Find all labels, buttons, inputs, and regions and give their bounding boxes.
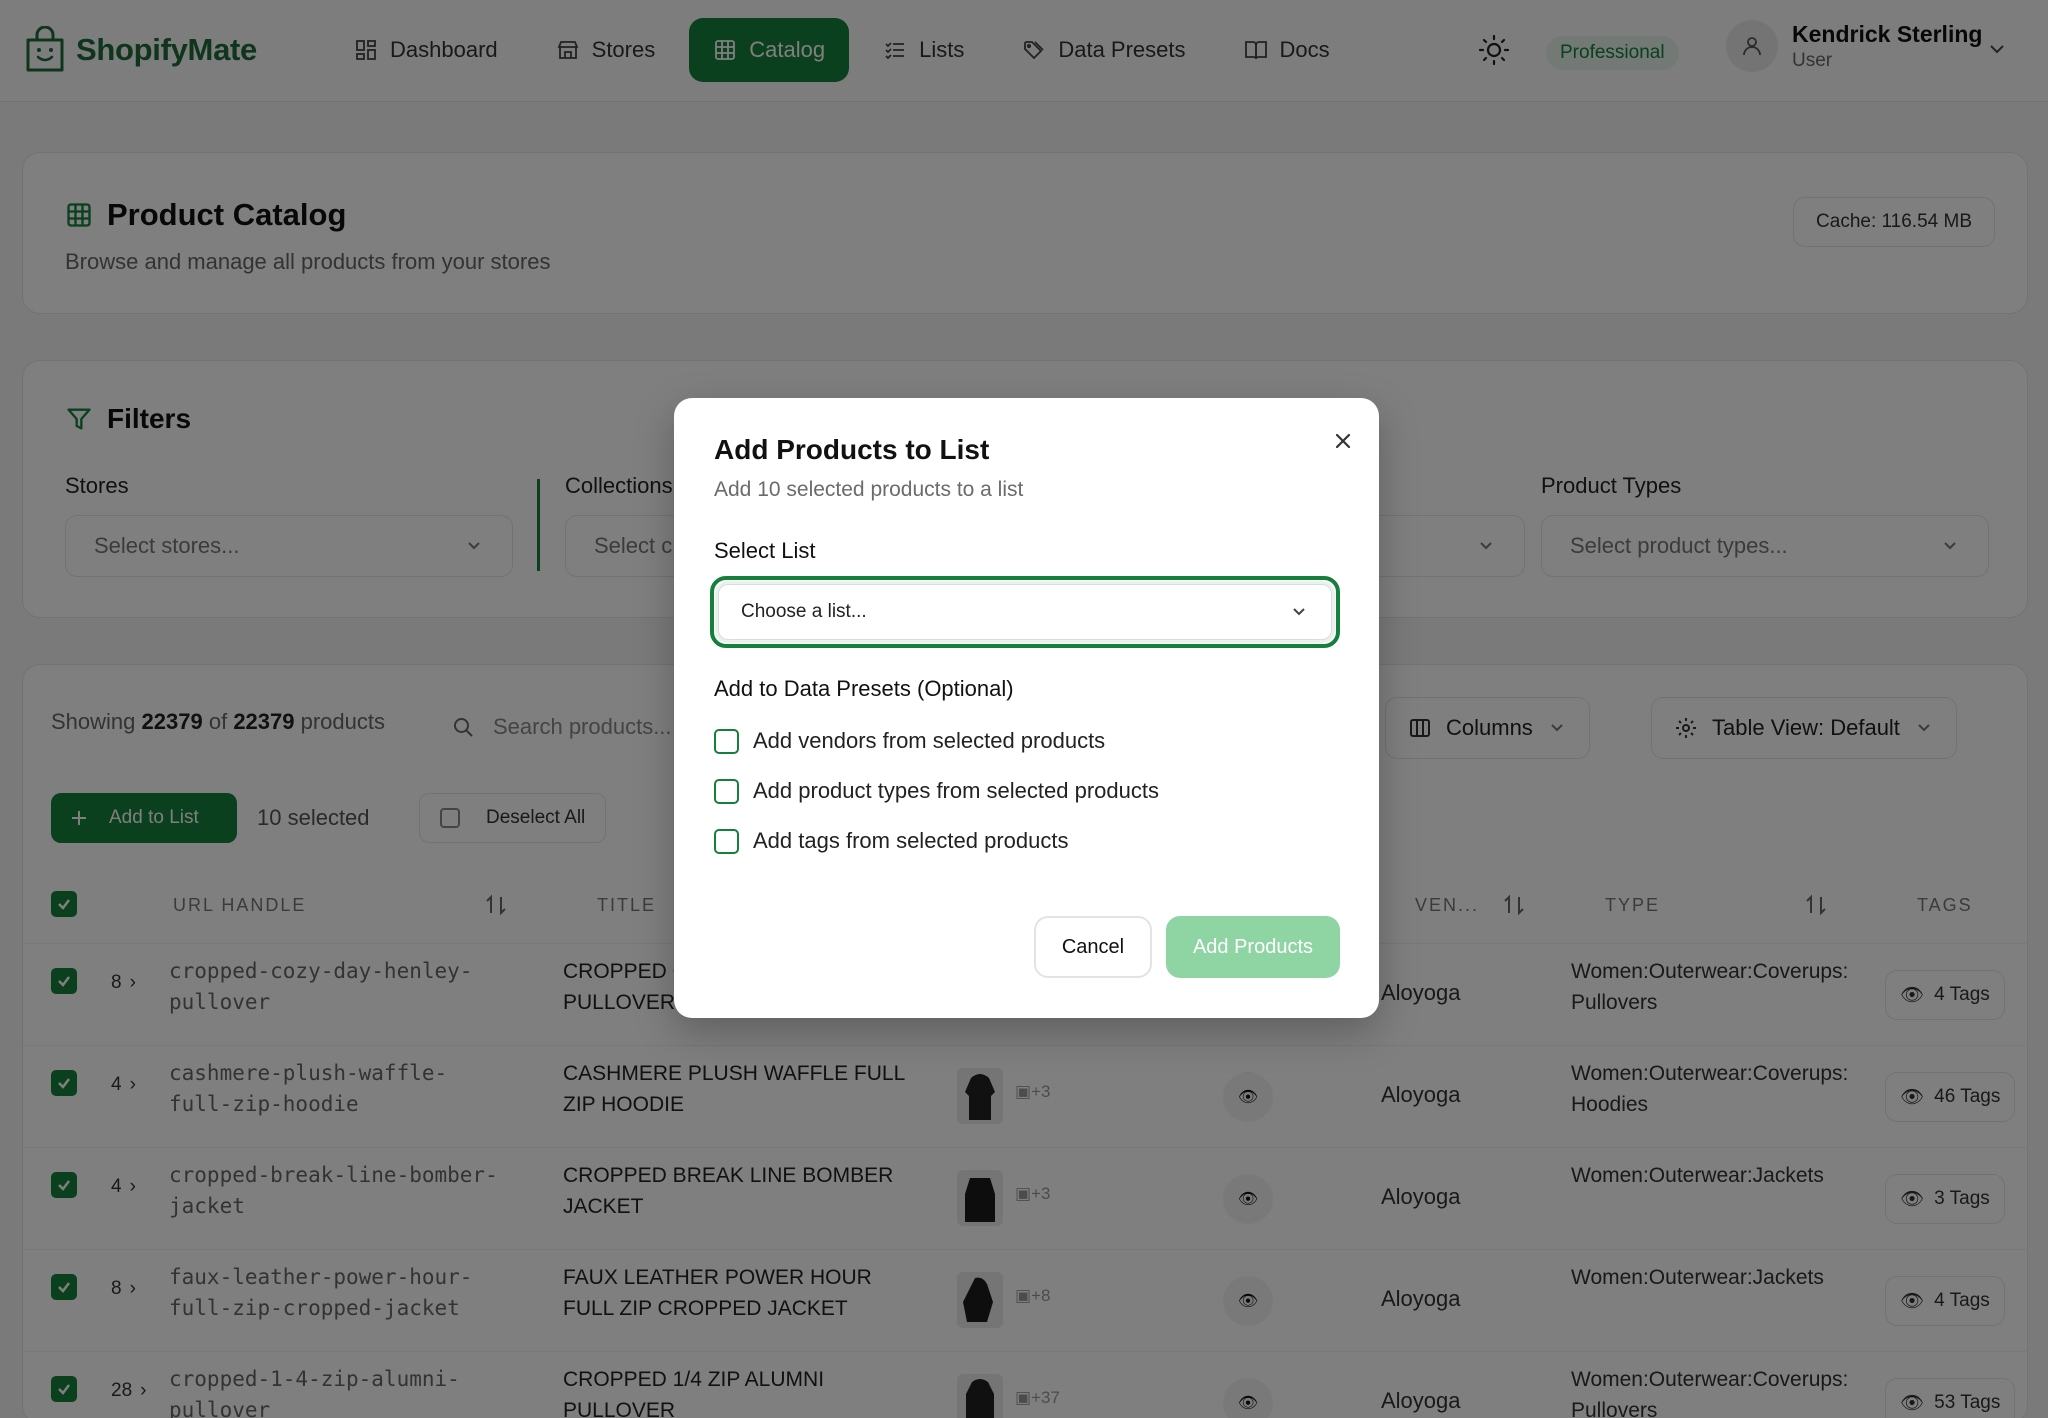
list-select-placeholder: Choose a list...	[741, 601, 867, 622]
dialog-title: Add Products to List	[714, 434, 990, 465]
add-tags-checkbox[interactable]: Add tags from selected products	[714, 828, 1069, 854]
add-product-types-checkbox[interactable]: Add product types from selected products	[714, 778, 1159, 804]
add-products-dialog: Add Products to List Add 10 selected pro…	[674, 398, 1379, 1018]
checkbox-icon[interactable]	[714, 828, 739, 854]
list-select-field[interactable]: Choose a list...	[718, 584, 1332, 640]
add-product-types-label: Add product types from selected products	[753, 778, 1159, 803]
add-products-button[interactable]: Add Products	[1166, 916, 1340, 978]
chevron-down-icon	[1293, 608, 1305, 616]
data-presets-label: Add to Data Presets (Optional)	[714, 676, 1014, 701]
checkbox-icon[interactable]	[714, 778, 739, 804]
select-list-label: Select List	[714, 538, 816, 563]
checkbox-icon[interactable]	[714, 728, 739, 754]
list-select[interactable]: Choose a list...	[710, 576, 1340, 648]
close-button[interactable]	[1326, 424, 1360, 458]
dialog-subtitle: Add 10 selected products to a list	[714, 478, 1024, 501]
add-vendors-checkbox[interactable]: Add vendors from selected products	[714, 728, 1105, 754]
cancel-button[interactable]: Cancel	[1034, 916, 1152, 978]
add-tags-label: Add tags from selected products	[753, 828, 1069, 853]
close-icon	[1335, 433, 1351, 449]
add-vendors-label: Add vendors from selected products	[753, 728, 1106, 753]
